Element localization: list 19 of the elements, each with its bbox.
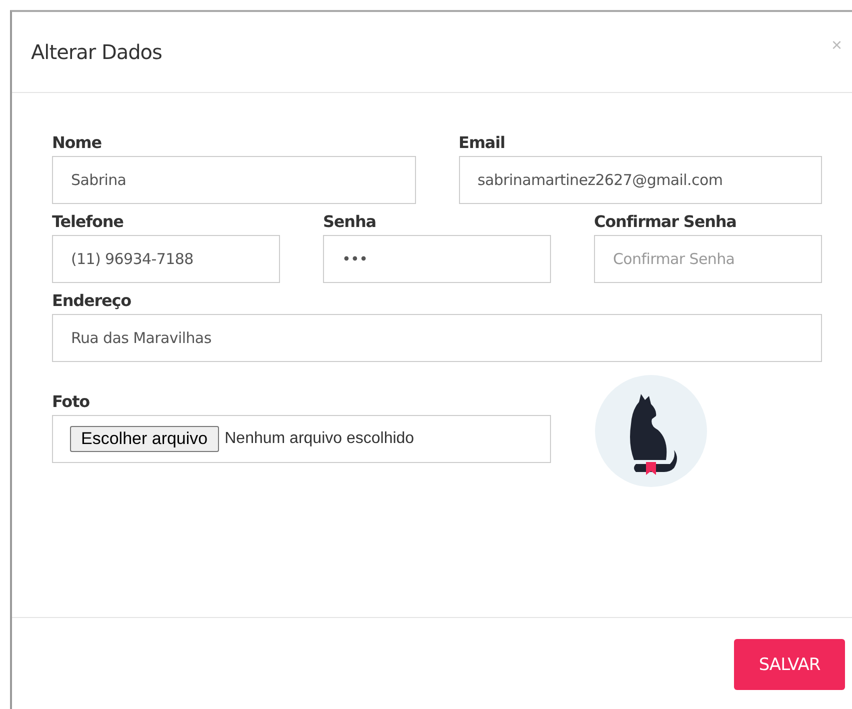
input-field[interactable]: Rua das Maravilhas (52, 314, 822, 362)
field-label: Email (458, 133, 506, 152)
input-field[interactable]: ••• (323, 235, 551, 283)
field-label: Senha (323, 212, 377, 231)
input-field[interactable]: (11) 96934-7188 (52, 235, 280, 283)
file-input-field[interactable]: Escolher arquivo Nenhum arquivo escolhido (52, 415, 551, 463)
input-field[interactable]: sabrinamartinez2627@gmail.com (458, 156, 822, 204)
choose-file-button[interactable]: Escolher arquivo (70, 426, 219, 452)
save-button[interactable]: SALVAR (734, 639, 845, 690)
cat-avatar-icon (594, 374, 708, 488)
field-label: Confirmar Senha (594, 212, 738, 231)
field-label: Foto (52, 392, 91, 411)
dialog-title: Alterar Dados (31, 40, 162, 64)
file-status: Nenhum arquivo escolhido (224, 430, 414, 448)
field-label: Nome (52, 133, 103, 152)
input-field[interactable]: Confirmar Senha (594, 235, 822, 283)
field-label: Telefone (52, 212, 124, 231)
input-field[interactable]: Sabrina (52, 156, 416, 204)
field-label: Endereço (52, 291, 132, 310)
